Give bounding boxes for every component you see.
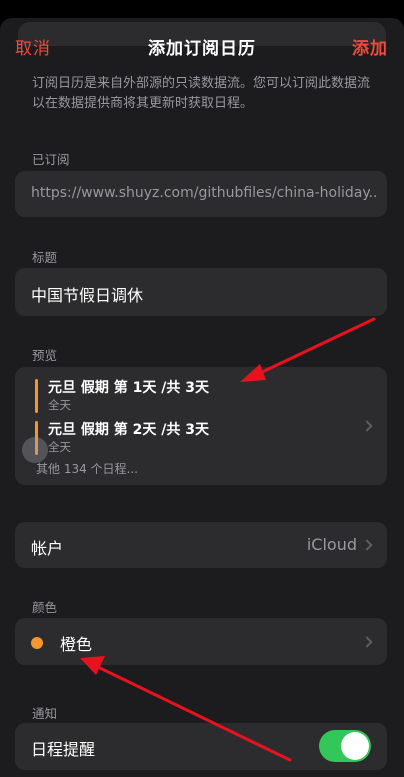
event-color-bar bbox=[35, 379, 38, 413]
event-alert-row: 日程提醒 bbox=[15, 723, 387, 770]
color-section-label: 颜色 bbox=[32, 600, 58, 615]
event-alert-toggle[interactable] bbox=[319, 730, 371, 762]
chevron-right-icon bbox=[361, 539, 373, 551]
account-row[interactable]: 帐户 iCloud bbox=[15, 522, 387, 568]
orange-color-swatch bbox=[31, 637, 43, 649]
title-value: 中国节假日调休 bbox=[31, 286, 144, 305]
preview-section-label: 预览 bbox=[32, 348, 58, 363]
preview-list[interactable]: 元旦 假期 第 1天 /共 3天 全天 元旦 假期 第 2天 /共 3天 全天 … bbox=[15, 367, 387, 485]
subscribed-url: https://www.shuyz.com/githubfiles/china-… bbox=[31, 185, 376, 201]
page-title: 添加订阅日历 bbox=[148, 39, 256, 59]
account-value: iCloud bbox=[306, 535, 357, 554]
subscribed-section-label: 已订阅 bbox=[32, 152, 70, 167]
event-alert-label: 日程提醒 bbox=[31, 740, 96, 759]
subscribed-url-field: https://www.shuyz.com/githubfiles/china-… bbox=[15, 171, 387, 217]
touch-indicator bbox=[22, 437, 48, 463]
event-title: 元旦 假期 第 2天 /共 3天 bbox=[48, 422, 209, 438]
event-subtitle: 全天 bbox=[48, 440, 71, 454]
title-section-label: 标题 bbox=[32, 250, 58, 265]
notification-section-label: 通知 bbox=[32, 706, 58, 721]
title-input[interactable]: 中国节假日调休 bbox=[15, 268, 387, 316]
event-subtitle: 全天 bbox=[48, 398, 71, 412]
nav-bar: 取消 添加订阅日历 添加 bbox=[0, 18, 404, 74]
more-events-text: 其他 134 个日程... bbox=[36, 462, 138, 476]
chevron-right-icon bbox=[361, 420, 373, 432]
account-label: 帐户 bbox=[31, 539, 64, 558]
color-row[interactable]: 橙色 bbox=[15, 618, 387, 665]
event-title: 元旦 假期 第 1天 /共 3天 bbox=[48, 380, 209, 396]
add-button[interactable]: 添加 bbox=[352, 34, 388, 59]
chevron-right-icon bbox=[361, 636, 373, 648]
description-text: 订阅日历是来自外部源的只读数据流。您可以订阅此数据流以在数据提供商将其更新时获取… bbox=[32, 76, 371, 111]
toggle-knob bbox=[341, 732, 369, 760]
color-value: 橙色 bbox=[60, 635, 93, 654]
